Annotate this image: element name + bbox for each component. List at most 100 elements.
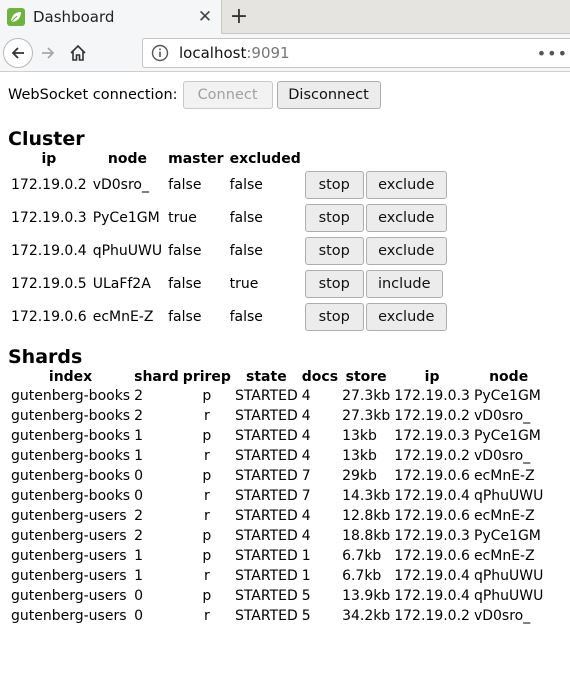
stop-button[interactable]: stop xyxy=(304,170,364,199)
info-icon[interactable] xyxy=(151,44,169,62)
disconnect-button[interactable]: Disconnect xyxy=(276,81,381,109)
cluster-cell-master: false xyxy=(168,176,202,193)
cluster-cell-node: ULaFf2A xyxy=(92,275,151,292)
exclude-button[interactable]: exclude xyxy=(365,170,447,199)
cluster-cell-master: false xyxy=(168,308,202,325)
shard-cell-shard: 1 xyxy=(134,448,144,464)
cluster-cell-ip: 172.19.0.2 xyxy=(11,176,87,193)
shard-cell-docs: 5 xyxy=(301,588,311,604)
shard-cell-prirep: p xyxy=(202,588,212,604)
exclude-button[interactable]: exclude xyxy=(365,236,447,265)
shard-cell-shard: 0 xyxy=(134,588,144,604)
exclude-button[interactable]: exclude xyxy=(365,203,447,232)
connect-button[interactable]: Connect xyxy=(182,81,273,109)
shard-cell-shard: 0 xyxy=(134,488,144,504)
col-header-prirep: prirep xyxy=(182,369,231,385)
back-arrow-icon[interactable] xyxy=(3,37,33,68)
shard-cell-docs: 4 xyxy=(301,388,311,404)
home-icon[interactable] xyxy=(63,38,93,68)
shard-row: gutenberg-users 1 r STARTED 1 6.7kb 172.19.0.4… xyxy=(9,566,545,586)
shard-cell-docs: 1 xyxy=(301,548,311,564)
more-dots-icon[interactable]: ••• xyxy=(537,44,568,63)
shard-cell-docs: 7 xyxy=(301,488,311,504)
stop-button[interactable]: stop xyxy=(304,203,364,232)
websocket-row: WebSocket connection: Connect Disconnect xyxy=(8,81,562,109)
shard-cell-store: 29kb xyxy=(342,468,377,484)
stop-button[interactable]: stop xyxy=(304,236,364,265)
shard-cell-ip: 172.19.0.2 xyxy=(394,448,470,464)
cluster-row: 172.19.0.4 qPhuUWU false false stop exclude xyxy=(8,234,448,267)
url-bar[interactable]: localhost:9091 ••• xyxy=(142,38,570,68)
col-header-ip: ip xyxy=(41,151,57,167)
shard-cell-ip: 172.19.0.6 xyxy=(394,548,470,564)
shard-cell-node: qPhuUWU xyxy=(473,588,544,604)
shard-row: gutenberg-books 2 p STARTED 4 27.3kb 172.19.0.… xyxy=(9,386,545,406)
cluster-cell-node: PyCe1GM xyxy=(92,209,160,226)
shard-cell-shard: 1 xyxy=(134,568,144,584)
shard-row: gutenberg-users 1 p STARTED 1 6.7kb 172.19.0.6… xyxy=(9,546,545,566)
col-header-excluded: excluded xyxy=(229,151,301,167)
col-header-state: state xyxy=(246,369,287,385)
shard-row: gutenberg-books 1 p STARTED 4 13kb 172.19.0.3 P… xyxy=(9,426,545,446)
forward-arrow-icon[interactable] xyxy=(33,38,63,68)
plus-icon[interactable]: + xyxy=(226,3,252,31)
shard-cell-store: 13kb xyxy=(342,448,377,464)
shard-cell-node: qPhuUWU xyxy=(473,568,544,584)
col-header-shard: shard xyxy=(134,369,179,385)
col-header-ip: ip xyxy=(424,369,440,385)
browser-tab[interactable]: Dashboard ✕ xyxy=(0,0,222,34)
shard-cell-docs: 1 xyxy=(301,568,311,584)
shard-cell-index: gutenberg-users xyxy=(11,528,127,544)
shard-cell-prirep: r xyxy=(203,408,210,424)
shard-cell-state: STARTED xyxy=(234,388,298,404)
shard-cell-shard: 2 xyxy=(134,508,144,524)
shard-row: gutenberg-users 0 r STARTED 5 34.2kb 172.19.0.… xyxy=(9,606,545,626)
include-button[interactable]: include xyxy=(365,269,443,298)
col-header-node: node xyxy=(489,369,529,385)
shard-cell-shard: 1 xyxy=(134,548,144,564)
shard-cell-ip: 172.19.0.3 xyxy=(394,528,470,544)
shard-cell-ip: 172.19.0.6 xyxy=(394,508,470,524)
shard-cell-prirep: r xyxy=(203,508,210,524)
shard-cell-state: STARTED xyxy=(234,568,298,584)
shard-cell-state: STARTED xyxy=(234,548,298,564)
shard-cell-index: gutenberg-books xyxy=(11,408,131,424)
browser-nav-bar: localhost:9091 ••• xyxy=(0,34,570,72)
shard-cell-store: 14.3kb xyxy=(342,488,391,504)
shard-cell-shard: 0 xyxy=(134,468,144,484)
url-port: :9091 xyxy=(246,44,290,62)
shard-cell-index: gutenberg-users xyxy=(11,548,127,564)
shard-cell-prirep: p xyxy=(202,528,212,544)
cluster-cell-excluded: false xyxy=(229,209,263,226)
shard-cell-store: 13.9kb xyxy=(342,588,391,604)
shard-cell-shard: 2 xyxy=(134,528,144,544)
cluster-cell-excluded: false xyxy=(229,242,263,259)
tab-title: Dashboard xyxy=(33,8,115,26)
shard-cell-ip: 172.19.0.4 xyxy=(394,488,470,504)
shard-cell-state: STARTED xyxy=(234,528,298,544)
stop-button[interactable]: stop xyxy=(304,269,364,298)
shard-cell-store: 13kb xyxy=(342,428,377,444)
shard-cell-index: gutenberg-books xyxy=(11,448,131,464)
cluster-cell-master: true xyxy=(168,209,197,226)
exclude-button[interactable]: exclude xyxy=(365,302,447,331)
shard-cell-store: 12.8kb xyxy=(342,508,391,524)
shard-cell-prirep: r xyxy=(203,568,210,584)
shard-cell-index: gutenberg-books xyxy=(11,428,131,444)
shard-cell-prirep: p xyxy=(202,468,212,484)
shard-cell-prirep: r xyxy=(203,448,210,464)
cluster-cell-ip: 172.19.0.4 xyxy=(11,242,87,259)
shard-cell-docs: 4 xyxy=(301,448,311,464)
spring-leaf-icon xyxy=(7,8,25,26)
shard-cell-ip: 172.19.0.6 xyxy=(394,468,470,484)
shard-cell-docs: 4 xyxy=(301,408,311,424)
shard-cell-docs: 5 xyxy=(301,608,311,624)
close-icon[interactable]: ✕ xyxy=(193,7,217,27)
shard-cell-node: PyCe1GM xyxy=(473,528,541,544)
shard-cell-prirep: p xyxy=(202,548,212,564)
stop-button[interactable]: stop xyxy=(304,302,364,331)
shard-cell-index: gutenberg-books xyxy=(11,388,131,404)
cluster-row: 172.19.0.6 ecMnE-Z false false stop exclude xyxy=(8,300,448,333)
shard-cell-node: ecMnE-Z xyxy=(473,508,535,524)
shard-cell-store: 34.2kb xyxy=(342,608,391,624)
